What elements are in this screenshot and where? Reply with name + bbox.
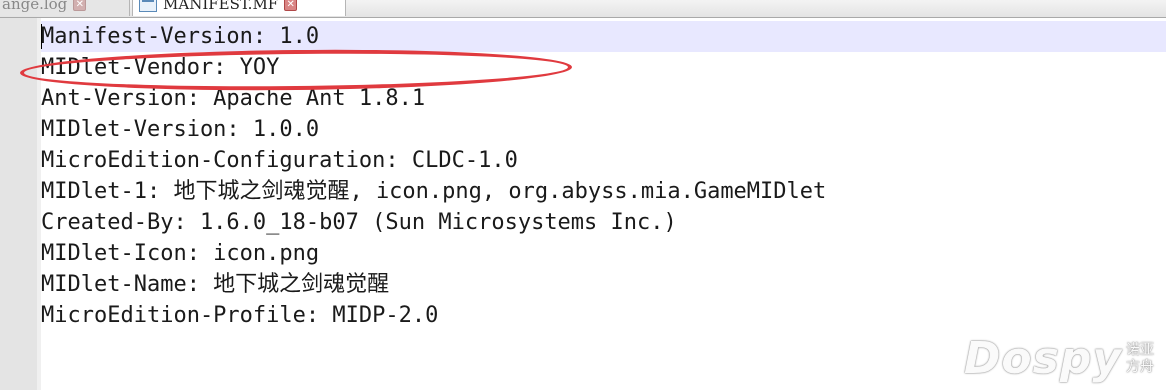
tab-manifest[interactable]: MANIFEST.MF ✕ bbox=[132, 0, 346, 16]
close-icon[interactable]: ✕ bbox=[284, 0, 298, 11]
editor-line[interactable]: MIDlet-Vendor: YOY bbox=[41, 52, 1166, 83]
tab-bar: ange.log ✕ MANIFEST.MF ✕ bbox=[0, 0, 1166, 18]
editor-line[interactable]: Ant-Version: Apache Ant 1.8.1 bbox=[41, 83, 1166, 114]
line-number-gutter bbox=[0, 18, 38, 390]
editor-line[interactable]: Created-By: 1.6.0_18-b07 (Sun Microsyste… bbox=[41, 207, 1166, 238]
tab-label: MANIFEST.MF bbox=[163, 0, 279, 13]
file-icon bbox=[139, 0, 157, 12]
editor-line[interactable]: MIDlet-Icon: icon.png bbox=[41, 238, 1166, 269]
editor-line[interactable]: Manifest-Version: 1.0 bbox=[41, 21, 1166, 52]
editor-line[interactable]: MIDlet-1: 地下城之剑魂觉醒, icon.png, org.abyss.… bbox=[41, 176, 1166, 207]
watermark-logo-text: Dospy bbox=[963, 333, 1122, 384]
dospy-watermark: Dospy 诺亚 方舟 bbox=[964, 333, 1154, 384]
watermark-subtext: 诺亚 方舟 bbox=[1126, 342, 1154, 376]
editor-line[interactable]: MIDlet-Version: 1.0.0 bbox=[41, 114, 1166, 145]
editor-line[interactable]: MicroEdition-Profile: MIDP-2.0 bbox=[41, 300, 1166, 331]
tab-label: ange.log bbox=[2, 0, 68, 13]
close-icon[interactable]: ✕ bbox=[73, 0, 87, 11]
tab-change-log[interactable]: ange.log ✕ bbox=[0, 0, 130, 16]
watermark-sub-2: 方舟 bbox=[1126, 358, 1154, 375]
text-caret bbox=[41, 24, 42, 49]
editor-line[interactable]: MicroEdition-Configuration: CLDC-1.0 bbox=[41, 145, 1166, 176]
text-editor[interactable]: Manifest-Version: 1.0 MIDlet-Vendor: YOY… bbox=[41, 21, 1166, 331]
editor-line[interactable]: MIDlet-Name: 地下城之剑魂觉醒 bbox=[41, 269, 1166, 300]
watermark-sub-1: 诺亚 bbox=[1126, 341, 1154, 358]
